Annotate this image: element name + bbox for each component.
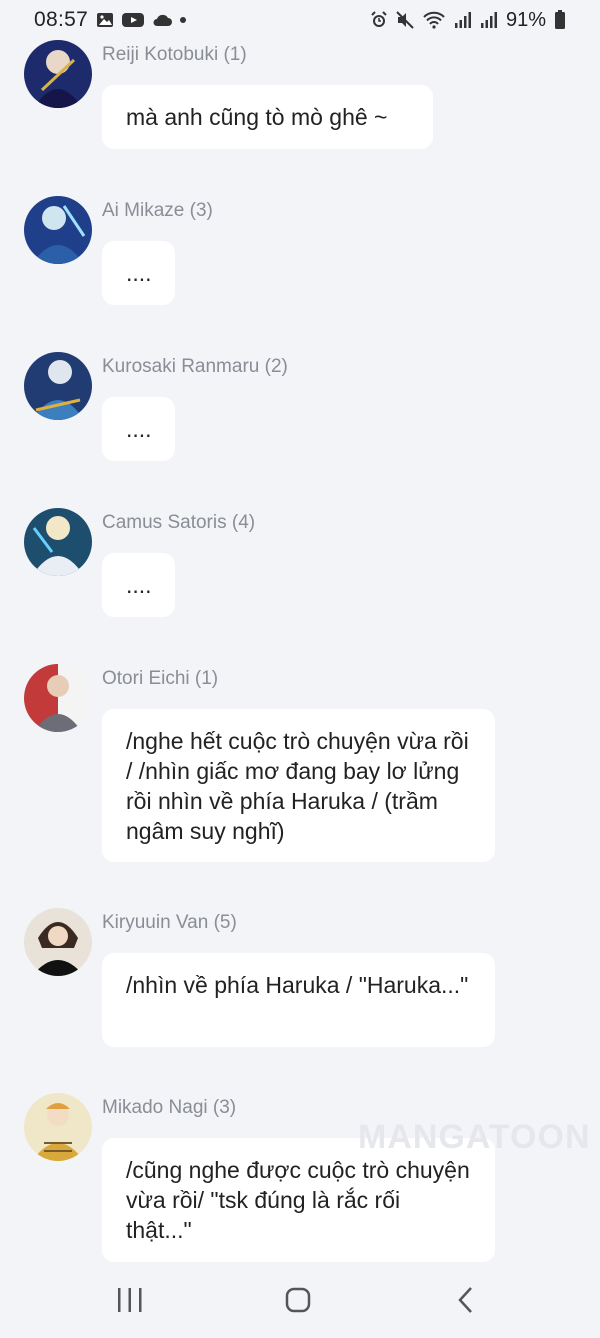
- message-bubble[interactable]: /nghe hết cuộc trò chuyện vừa rồi / /nhì…: [102, 709, 495, 862]
- notification-dot-icon: [180, 17, 187, 23]
- avatar[interactable]: [24, 508, 92, 576]
- home-icon[interactable]: [274, 1280, 322, 1320]
- status-left: 08:57: [34, 8, 187, 32]
- message-bubble[interactable]: mà anh cũng tò mò ghê ~: [102, 85, 433, 149]
- avatar[interactable]: [24, 1093, 92, 1161]
- status-time: 08:57: [34, 8, 89, 31]
- battery-percent: 91%: [505, 8, 546, 31]
- mute-icon: [396, 11, 414, 29]
- status-bar: 08:57 91%: [0, 0, 600, 40]
- avatar[interactable]: [24, 40, 92, 108]
- youtube-icon: [122, 12, 145, 28]
- wifi-icon: [422, 11, 446, 29]
- watermark: MANGATOON: [358, 1118, 591, 1156]
- sender-name: Camus Satoris (4): [102, 512, 256, 533]
- sender-name: Ai Mikaze (3): [102, 200, 213, 221]
- battery-icon: [554, 10, 566, 30]
- avatar[interactable]: [24, 352, 92, 420]
- sender-name: Mikado Nagi (3): [102, 1097, 237, 1118]
- alarm-icon: [370, 11, 388, 29]
- navigation-bar: [0, 1262, 600, 1338]
- sender-name: Kurosaki Ranmaru (2): [102, 356, 288, 377]
- sender-name: Reiji Kotobuki (1): [102, 44, 247, 65]
- cloud-icon: [152, 13, 173, 27]
- signal-icon: [480, 11, 498, 29]
- status-right: 91%: [370, 9, 566, 32]
- sender-name: Otori Eichi (1): [102, 668, 219, 689]
- sender-name: Kiryuuin Van (5): [102, 912, 237, 933]
- message-bubble[interactable]: ....: [102, 553, 175, 617]
- recent-apps-icon[interactable]: [106, 1280, 154, 1320]
- message-bubble[interactable]: ....: [102, 397, 175, 461]
- message-bubble[interactable]: /nhìn về phía Haruka / "Haruka...": [102, 953, 495, 1047]
- signal-icon: [454, 11, 472, 29]
- gallery-icon: [96, 12, 114, 28]
- avatar[interactable]: [24, 664, 92, 732]
- message-bubble[interactable]: ....: [102, 241, 175, 305]
- avatar[interactable]: [24, 908, 92, 976]
- avatar[interactable]: [24, 196, 92, 264]
- back-icon[interactable]: [442, 1280, 490, 1320]
